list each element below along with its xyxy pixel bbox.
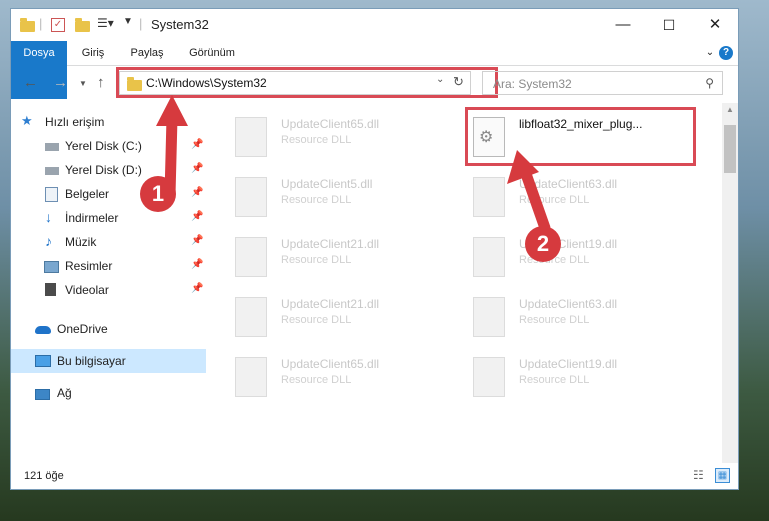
step-badge-1: 1 bbox=[140, 176, 176, 212]
arrow-1-head bbox=[156, 95, 188, 126]
annotation-arrows bbox=[156, 95, 551, 234]
arrow-2-shaft bbox=[519, 165, 551, 234]
step-badge-2: 2 bbox=[525, 226, 561, 262]
